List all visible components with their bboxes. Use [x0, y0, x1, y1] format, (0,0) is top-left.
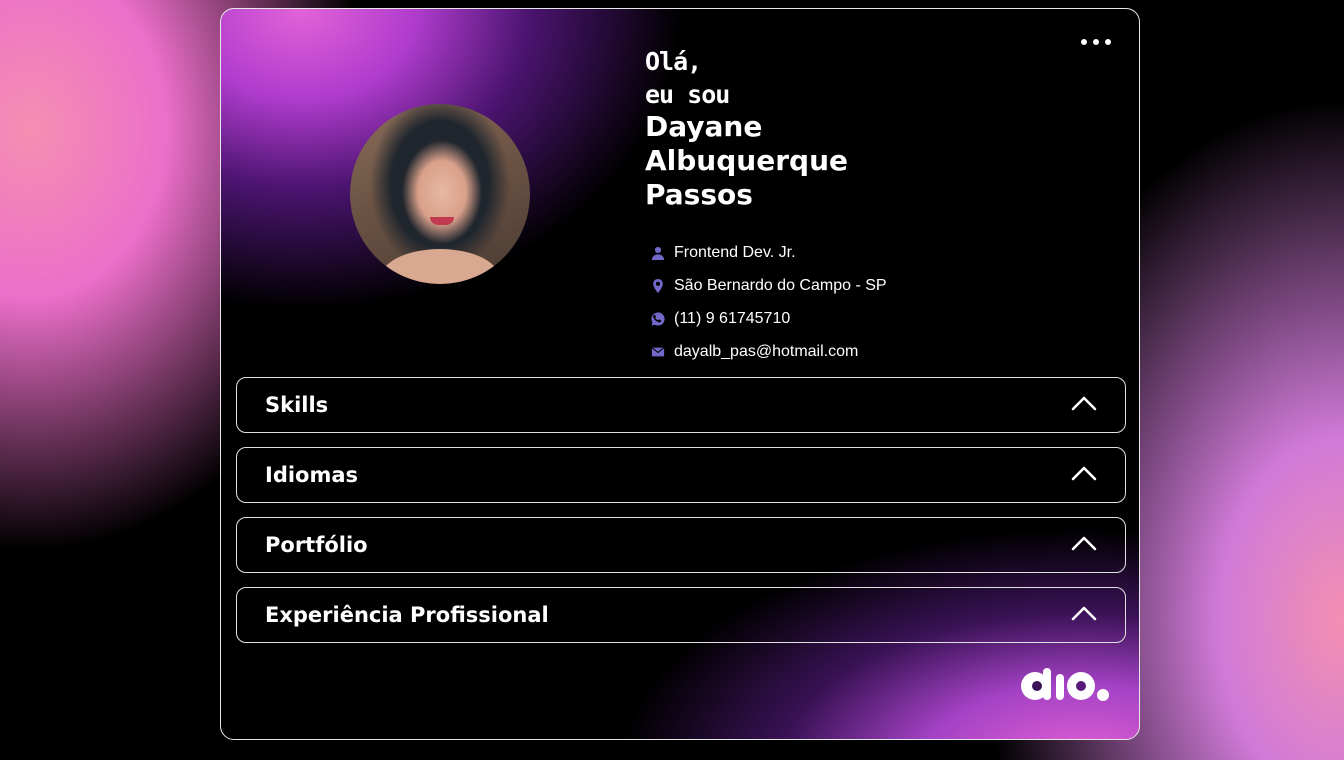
role-text: Frontend Dev. Jr. — [674, 243, 796, 261]
chevron-up-icon — [1071, 395, 1097, 416]
profile-name: Dayane Albuquerque Passos — [645, 110, 848, 212]
name-line-2: Albuquerque — [645, 144, 848, 177]
profile-card: Olá, eu sou Dayane Albuquerque Passos Fr… — [220, 8, 1140, 740]
accordion-idiomas[interactable]: Idiomas — [236, 447, 1126, 503]
more-options-icon[interactable] — [1081, 37, 1111, 47]
info-role: Frontend Dev. Jr. — [651, 236, 887, 269]
greeting: Olá, eu sou — [645, 45, 730, 111]
accordion-portfolio[interactable]: Portfólio — [236, 517, 1126, 573]
chevron-up-icon — [1071, 465, 1097, 486]
chevron-up-icon — [1071, 605, 1097, 626]
info-location: São Bernardo do Campo - SP — [651, 269, 887, 302]
user-icon — [651, 246, 665, 260]
accordion-experiencia-label: Experiência Profissional — [265, 603, 549, 627]
whatsapp-icon — [651, 311, 665, 326]
name-line-1: Dayane — [645, 110, 763, 143]
info-phone: (11) 9 61745710 — [651, 302, 887, 335]
accordion-experiencia[interactable]: Experiência Profissional — [236, 587, 1126, 643]
greeting-line-1: Olá, — [645, 47, 702, 76]
accordion-idiomas-label: Idiomas — [265, 463, 359, 487]
accordion-skills[interactable]: Skills — [236, 377, 1126, 433]
name-line-3: Passos — [645, 178, 753, 211]
location-text: São Bernardo do Campo - SP — [674, 276, 887, 294]
map-pin-icon — [651, 278, 665, 293]
chevron-up-icon — [1071, 535, 1097, 556]
contact-info: Frontend Dev. Jr. São Bernardo do Campo … — [651, 236, 887, 368]
accordion-portfolio-label: Portfólio — [265, 533, 368, 557]
phone-text: (11) 9 61745710 — [674, 309, 791, 327]
accordion-skills-label: Skills — [265, 393, 329, 417]
email-text: dayalb_pas@hotmail.com — [674, 342, 859, 360]
mail-icon — [651, 345, 665, 359]
greeting-line-2: eu sou — [645, 80, 730, 109]
info-email: dayalb_pas@hotmail.com — [651, 335, 887, 368]
dio-logo — [1019, 666, 1111, 707]
profile-photo — [350, 104, 530, 284]
